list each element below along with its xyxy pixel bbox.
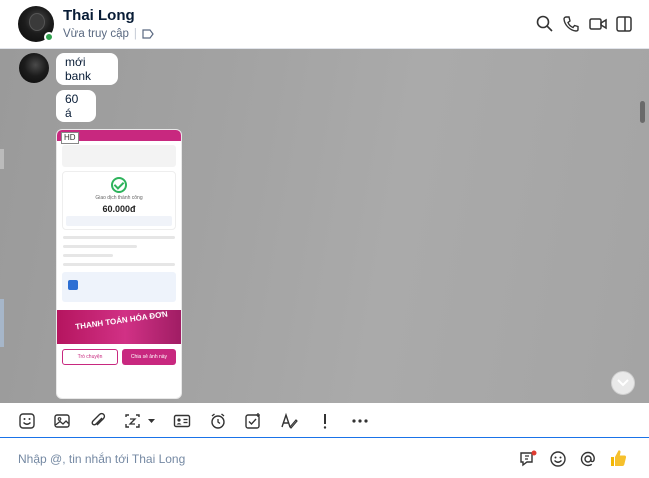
image-icon[interactable] [53,412,71,430]
promo-banner: THANH TOÁN HÓA ĐƠN [57,310,181,344]
todo-icon[interactable] [244,412,262,430]
quick-message-icon[interactable] [519,450,537,468]
online-status-dot [44,32,54,42]
panel-edge [0,149,4,169]
contact-name[interactable]: Thai Long [63,7,135,24]
panel-edge-highlight [0,299,4,347]
important-icon[interactable] [316,412,334,430]
scrollbar-thumb[interactable] [640,101,645,123]
message-bubble[interactable]: mới bank [56,53,118,85]
compose-toolbar [0,403,649,438]
sidebar-toggle-icon[interactable] [614,14,634,34]
attachment-icon[interactable] [89,412,107,430]
tag-icon[interactable] [142,29,154,39]
message-text: 60 á [65,92,79,120]
chat-header: Thai Long Vừa truy cập | [0,0,649,49]
sender-avatar[interactable] [19,53,49,83]
screenshot-icon[interactable] [124,412,158,430]
message-input[interactable] [18,448,498,470]
message-bubble[interactable]: 60 á [56,90,96,122]
message-list[interactable]: mới bank 60 á HD Giao dịch thành công 60… [0,49,649,403]
format-text-icon[interactable] [280,412,298,430]
share-image-button: Chia sẻ ảnh này [122,349,176,365]
receipt-title: Giao dịch thành công [95,195,143,201]
image-attachment[interactable]: HD Giao dịch thành công 60.000đ THANH TO… [56,129,182,399]
phone-icon[interactable] [561,14,581,34]
more-icon[interactable] [351,412,369,430]
contact-card-icon[interactable] [173,412,191,430]
message-text: mới bank [65,55,92,83]
compose-area [0,438,649,478]
emoji-icon[interactable] [549,450,567,468]
receipt-amount: 60.000đ [102,204,136,214]
sticker-icon[interactable] [18,412,36,430]
promo-text: THANH TOÁN HÓA ĐƠN [74,309,169,332]
last-seen-text: Vừa truy cập [63,28,129,40]
scroll-down-button[interactable] [611,371,635,395]
like-icon[interactable] [608,448,628,468]
status-separator: | [133,28,137,40]
hd-quality-tag: HD [61,132,79,144]
success-check-icon [111,177,127,193]
reminder-icon[interactable] [209,412,227,430]
chevron-down-icon [617,379,629,387]
video-call-icon[interactable] [588,14,608,34]
mention-icon[interactable] [579,450,597,468]
chat-button: Trò chuyện [62,349,118,365]
search-icon[interactable] [535,14,555,34]
contact-status: Vừa truy cập | [63,28,154,40]
